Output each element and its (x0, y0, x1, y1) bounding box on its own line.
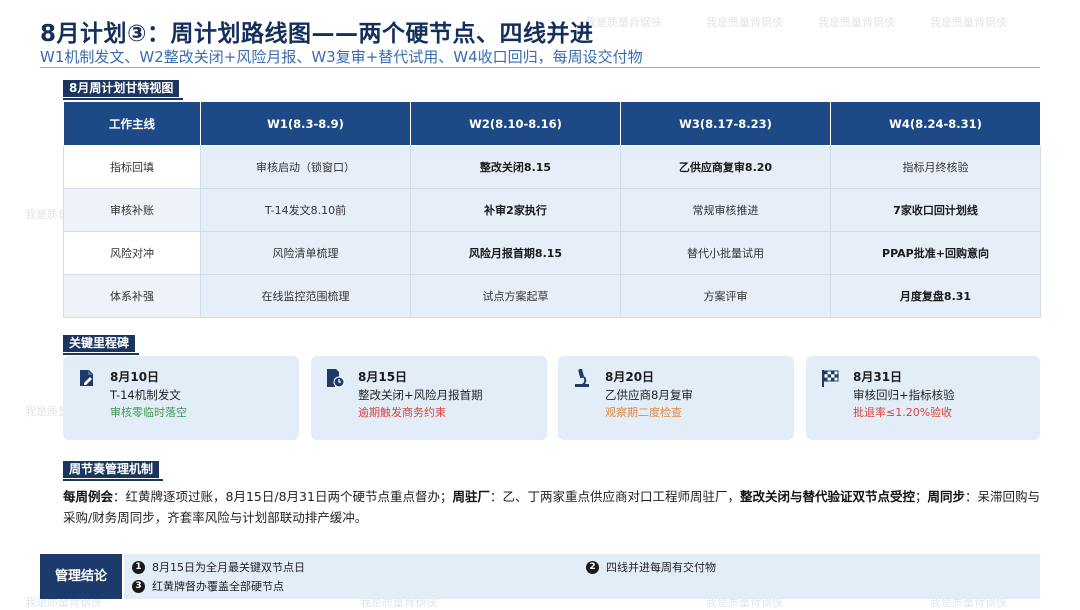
gantt-header-row: 工作主线 W1(8.3-8.9) W2(8.10-8.16) W3(8.17-8… (63, 101, 1041, 146)
conclusion-box: 1 8月15日为全月最关键双节点日 2 四线并进每周有交付物 3 红黄牌督办覆盖… (124, 554, 1040, 599)
rhythm-text: ； (915, 489, 928, 504)
gantt-section-label: 8月周计划甘特视图 (63, 80, 184, 100)
gantt-header-cell: W1(8.3-8.9) (200, 101, 411, 146)
conclusion-item: 2 四线并进每周有交付物 (586, 559, 716, 575)
milestone-card: 8月20日 乙供应商8月复审 观察期二度检查 (558, 356, 794, 440)
rhythm-keyword: 每周例会 (63, 489, 114, 504)
milestone-card: 8月15日 整改关闭+风险月报首期 逾期触发商务约束 (311, 356, 547, 440)
milestone-desc: T-14机制发文 (110, 388, 181, 402)
milestone-date: 8月31日 (853, 370, 903, 384)
number-badge-icon: 3 (132, 579, 145, 593)
watermark-text: 我是质量背钢侠 (930, 16, 1007, 29)
microscope-icon (572, 368, 592, 388)
gantt-cell: 方案评审 (620, 274, 831, 318)
checkered-flag-icon (820, 368, 840, 388)
milestone-date: 8月10日 (110, 370, 160, 384)
conclusion-label: 管理结论 (40, 554, 122, 599)
watermark-text: 我是质量背钢侠 (706, 16, 783, 29)
milestone-card: 8月31日 审核回归+指标核验 批退率≤1.20%验收 (806, 356, 1040, 440)
watermark-text: 我是质量背钢侠 (585, 16, 662, 29)
milestone-note: 逾期触发商务约束 (358, 406, 446, 419)
milestone-date: 8月15日 (358, 370, 408, 384)
gantt-cell: 指标月终核验 (830, 145, 1041, 189)
rhythm-text: ：红黄牌逐项过账，8月15日/8月31日两个硬节点重点督办； (113, 489, 453, 504)
milestone-note: 审核零临时落空 (110, 406, 187, 419)
gantt-cell: 风险清单梳理 (200, 231, 411, 275)
gantt-cell: PPAP批准+回购意向 (830, 231, 1041, 275)
conclusion-item: 1 8月15日为全月最关键双节点日 (132, 559, 305, 575)
rhythm-paragraph: 每周例会：红黄牌逐项过账，8月15日/8月31日两个硬节点重点督办；周驻厂：乙、… (63, 486, 1048, 528)
rhythm-text: ：乙、丁两家重点供应商对口工程师周驻厂， (489, 489, 740, 504)
gantt-cell: 在线监控范围梳理 (200, 274, 411, 318)
conclusion-text: 红黄牌督办覆盖全部硬节点 (152, 580, 284, 593)
gantt-cell: T-14发文8.10前 (200, 188, 411, 232)
rhythm-keyword: 整改关闭与替代验证双节点受控 (739, 489, 915, 504)
milestone-desc: 整改关闭+风险月报首期 (358, 388, 483, 402)
work-line-label: 体系补强 (63, 274, 201, 318)
gantt-header-cell: W2(8.10-8.16) (410, 101, 621, 146)
document-clock-icon (325, 368, 345, 388)
gantt-cell: 7家收口回计划线 (830, 188, 1041, 232)
gantt-header-cell: W3(8.17-8.23) (620, 101, 831, 146)
gantt-cell: 整改关闭8.15 (410, 145, 621, 189)
conclusion-text: 四线并进每周有交付物 (606, 561, 716, 574)
rhythm-keyword: 周驻厂 (452, 489, 490, 504)
milestone-note: 批退率≤1.20%验收 (853, 406, 953, 419)
document-edit-icon (77, 368, 97, 388)
milestones-section-label: 关键里程碑 (63, 335, 140, 355)
gantt-cell: 替代小批量试用 (620, 231, 831, 275)
title-divider (40, 67, 1040, 68)
conclusion-item: 3 红黄牌督办覆盖全部硬节点 (132, 578, 284, 594)
table-row: 审核补账 T-14发文8.10前 补审2家执行 常规审核推进 7家收口回计划线 (63, 188, 1041, 232)
rhythm-keyword: 周同步 (927, 489, 966, 504)
milestone-date: 8月20日 (605, 370, 655, 384)
milestone-card: 8月10日 T-14机制发文 审核零临时落空 (63, 356, 299, 440)
page-subtitle: W1机制发文、W2整改关闭+风险月报、W3复审+替代试用、W4收口回归，每周设交… (40, 48, 643, 66)
rhythm-section-label: 周节奏管理机制 (63, 461, 164, 481)
milestone-note: 观察期二度检查 (605, 406, 682, 419)
gantt-cell: 补审2家执行 (410, 188, 621, 232)
gantt-table: 工作主线 W1(8.3-8.9) W2(8.10-8.16) W3(8.17-8… (63, 101, 1041, 318)
work-line-label: 风险对冲 (63, 231, 201, 275)
table-row: 风险对冲 风险清单梳理 风险月报首期8.15 替代小批量试用 PPAP批准+回购… (63, 231, 1041, 275)
gantt-cell: 常规审核推进 (620, 188, 831, 232)
gantt-cell: 风险月报首期8.15 (410, 231, 621, 275)
gantt-header-cell: 工作主线 (63, 101, 201, 146)
gantt-cell: 月度复盘8.31 (830, 274, 1041, 318)
work-line-label: 指标回填 (63, 145, 201, 189)
milestone-desc: 乙供应商8月复审 (605, 388, 693, 402)
table-row: 体系补强 在线监控范围梳理 试点方案起草 方案评审 月度复盘8.31 (63, 274, 1041, 318)
page-title: 8月计划③：周计划路线图——两个硬节点、四线并进 (40, 21, 594, 47)
gantt-cell: 试点方案起草 (410, 274, 621, 318)
milestone-desc: 审核回归+指标核验 (853, 388, 955, 402)
work-line-label: 审核补账 (63, 188, 201, 232)
gantt-cell: 乙供应商复审8.20 (620, 145, 831, 189)
number-badge-icon: 1 (132, 560, 145, 574)
gantt-header-cell: W4(8.24-8.31) (830, 101, 1041, 146)
gantt-cell: 审核启动（锁窗口） (200, 145, 411, 189)
watermark-text: 我是质量背钢侠 (818, 16, 895, 29)
table-row: 指标回填 审核启动（锁窗口） 整改关闭8.15 乙供应商复审8.20 指标月终核… (63, 145, 1041, 189)
conclusion-text: 8月15日为全月最关键双节点日 (152, 561, 305, 574)
number-badge-icon: 2 (586, 560, 599, 574)
